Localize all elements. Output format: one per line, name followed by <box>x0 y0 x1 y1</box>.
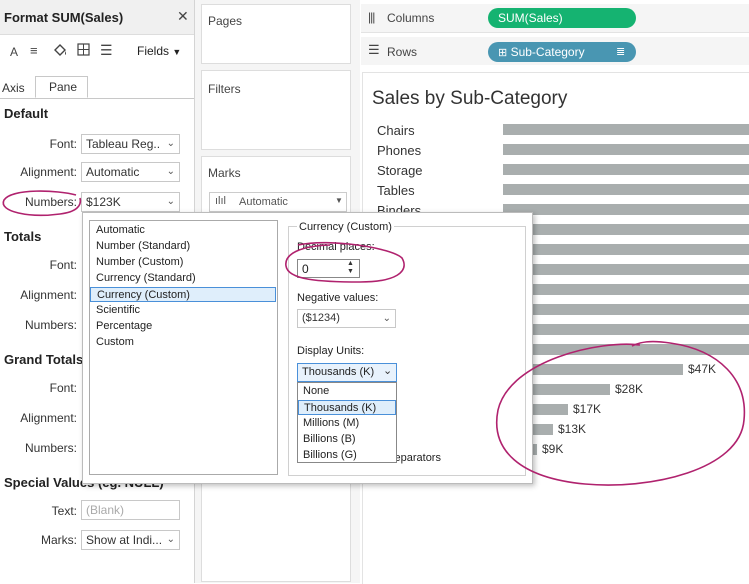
annotation-circle-decimal <box>285 241 405 283</box>
annotation-circle-labels <box>496 340 746 486</box>
annotation-overlay <box>2 190 746 486</box>
annotation-circle-numbers <box>2 190 82 217</box>
